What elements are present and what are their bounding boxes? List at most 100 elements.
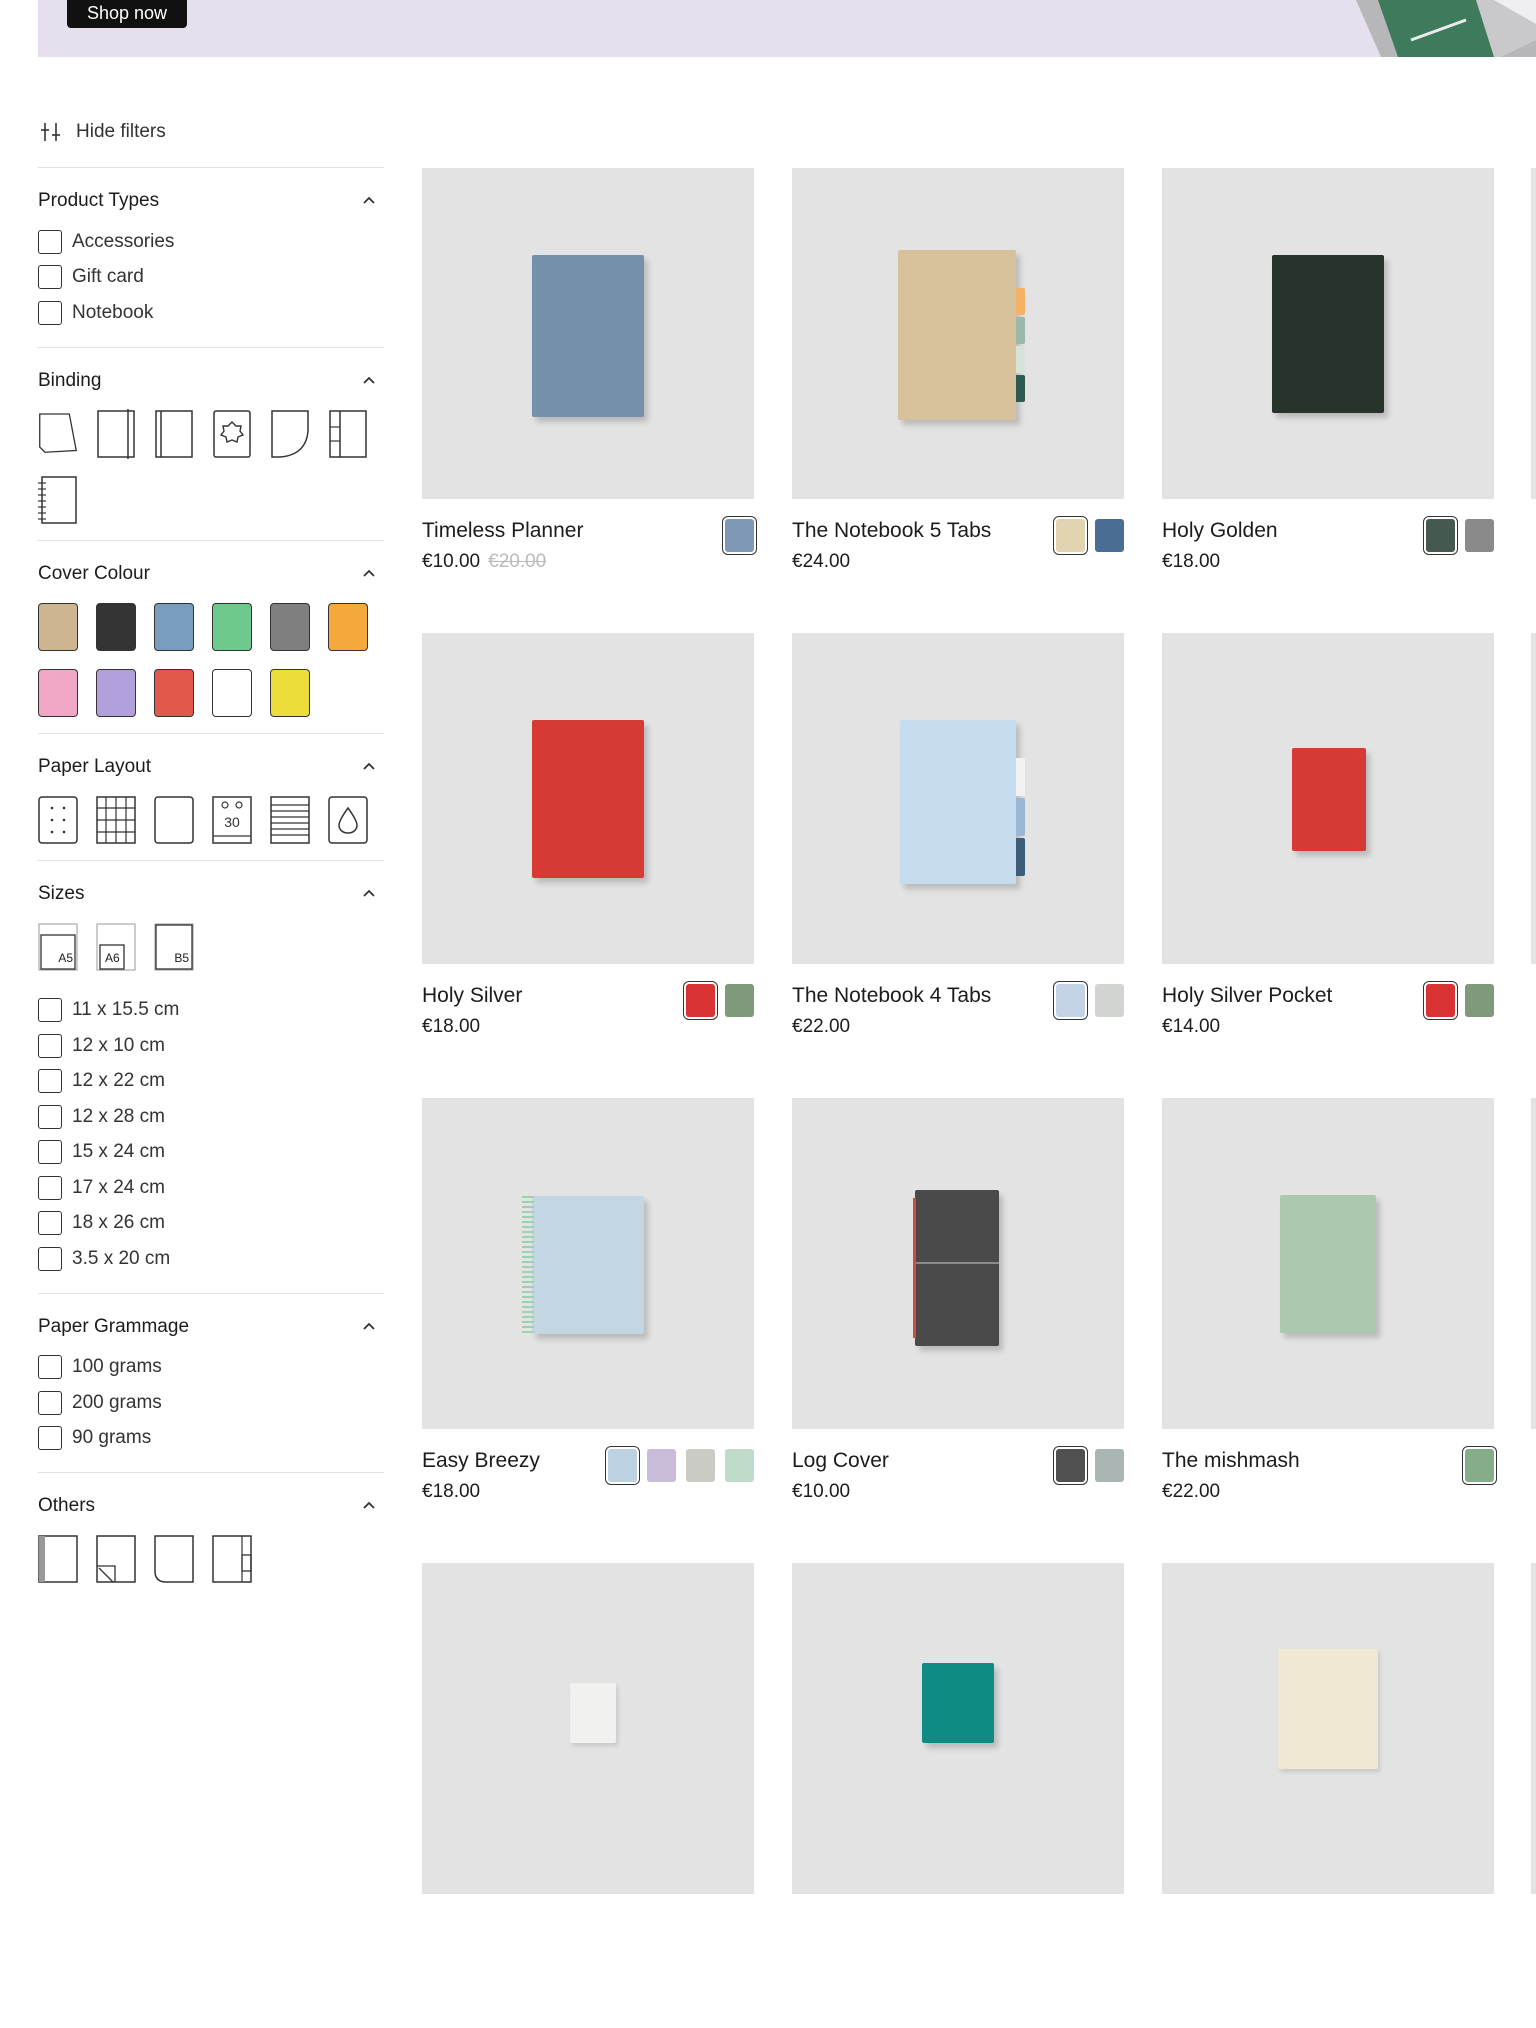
checkbox-size[interactable]: 3.5 x 20 cm xyxy=(38,1241,384,1277)
checkbox-grammage[interactable]: 100 grams xyxy=(38,1350,384,1386)
chevron-up-icon[interactable] xyxy=(360,758,378,776)
product-image[interactable] xyxy=(422,633,754,964)
product-name[interactable]: Holy Golden xyxy=(1162,519,1278,543)
layout-planner-icon[interactable]: 30 xyxy=(212,795,252,844)
others-pocket-icon[interactable] xyxy=(96,1535,136,1583)
checkbox[interactable] xyxy=(38,300,62,325)
product-image[interactable] xyxy=(1162,1563,1494,1894)
colour-swatch[interactable] xyxy=(328,602,368,651)
product-name[interactable]: The Notebook 4 Tabs xyxy=(792,984,991,1008)
binding-spiral-icon[interactable] xyxy=(38,475,78,524)
layout-dotted-icon[interactable] xyxy=(38,795,78,844)
colour-option-swatch[interactable] xyxy=(725,984,754,1017)
colour-option-swatch[interactable] xyxy=(1423,516,1458,555)
product-card[interactable] xyxy=(1162,1563,1494,2028)
colour-option-swatch[interactable] xyxy=(647,1449,676,1482)
checkbox-notebook[interactable]: Notebook xyxy=(38,295,384,331)
paper-layout-header[interactable]: Paper Layout xyxy=(38,752,384,782)
colour-swatch[interactable] xyxy=(38,602,78,651)
size-a6-icon[interactable]: A6 xyxy=(96,922,136,971)
product-thumb-peek[interactable] xyxy=(1531,1098,1536,1429)
shop-now-button[interactable]: Shop now xyxy=(67,0,188,28)
product-types-header[interactable]: Product Types xyxy=(38,186,384,216)
product-image[interactable] xyxy=(792,1098,1124,1429)
colour-swatch[interactable] xyxy=(96,602,136,651)
product-image[interactable] xyxy=(1162,633,1494,964)
chevron-up-icon[interactable] xyxy=(360,192,378,210)
checkbox-size[interactable]: 11 x 15.5 cm xyxy=(38,993,384,1029)
colour-swatch[interactable] xyxy=(154,668,194,717)
product-name[interactable]: Log Cover xyxy=(792,1449,889,1473)
checkbox[interactable] xyxy=(38,998,62,1023)
checkbox-size[interactable]: 18 x 26 cm xyxy=(38,1206,384,1242)
checkbox-grammage[interactable]: 90 grams xyxy=(38,1421,384,1457)
binding-softcover-icon[interactable] xyxy=(38,410,78,458)
checkbox-size[interactable]: 17 x 24 cm xyxy=(38,1170,384,1206)
product-image[interactable] xyxy=(422,1098,754,1429)
layout-plain-icon[interactable] xyxy=(154,795,194,844)
checkbox-size[interactable]: 12 x 22 cm xyxy=(38,1064,384,1100)
checkbox-size[interactable]: 15 x 24 cm xyxy=(38,1135,384,1171)
binding-flat-icon[interactable] xyxy=(154,409,194,458)
checkbox-accessories[interactable]: Accessories xyxy=(38,224,384,260)
product-name[interactable]: Holy Silver xyxy=(422,984,522,1008)
binding-badge-icon[interactable] xyxy=(212,409,252,458)
size-b5-icon[interactable]: B5 xyxy=(154,922,194,971)
checkbox-size[interactable]: 12 x 28 cm xyxy=(38,1099,384,1135)
product-card[interactable]: Log Cover €10.00 xyxy=(792,1098,1124,1563)
binding-hardcover-icon[interactable] xyxy=(96,408,136,459)
checkbox[interactable] xyxy=(38,1033,62,1058)
product-image[interactable] xyxy=(792,633,1124,964)
chevron-up-icon[interactable] xyxy=(360,885,378,903)
colour-swatch[interactable] xyxy=(154,602,194,651)
product-name[interactable]: Holy Silver Pocket xyxy=(1162,984,1332,1008)
colour-option-swatch[interactable] xyxy=(725,1449,754,1482)
colour-option-swatch[interactable] xyxy=(686,1449,715,1482)
colour-option-swatch[interactable] xyxy=(1095,984,1124,1017)
product-name[interactable]: Timeless Planner xyxy=(422,519,583,543)
checkbox[interactable] xyxy=(38,1175,62,1200)
layout-grid-icon[interactable] xyxy=(96,795,136,844)
layout-lined-icon[interactable] xyxy=(270,795,310,844)
product-name[interactable]: The Notebook 5 Tabs xyxy=(792,519,991,543)
colour-option-swatch[interactable] xyxy=(1465,984,1494,1017)
chevron-up-icon[interactable] xyxy=(360,372,378,390)
product-card[interactable]: The Notebook 5 Tabs €24.00 xyxy=(792,168,1124,633)
product-card[interactable]: Timeless Planner €10.00 €20.00 xyxy=(422,168,757,633)
checkbox[interactable] xyxy=(38,1246,62,1271)
checkbox[interactable] xyxy=(38,229,62,254)
checkbox[interactable] xyxy=(38,1104,62,1129)
product-card[interactable]: Easy Breezy €18.00 xyxy=(422,1098,754,1563)
others-header[interactable]: Others xyxy=(38,1491,384,1521)
checkbox[interactable] xyxy=(38,1426,62,1451)
product-image[interactable] xyxy=(422,1563,754,1894)
product-image[interactable] xyxy=(1162,168,1494,499)
colour-option-swatch[interactable] xyxy=(1095,1449,1124,1482)
colour-swatch[interactable] xyxy=(212,602,252,651)
product-card[interactable]: Holy Golden €18.00 xyxy=(1162,168,1494,633)
others-bookmark-icon[interactable] xyxy=(38,1535,78,1583)
colour-swatch[interactable] xyxy=(212,668,252,717)
product-card[interactable]: Holy Silver Pocket €14.00 xyxy=(1162,633,1494,1098)
hide-filters-button[interactable]: Hide filters xyxy=(40,121,166,143)
colour-option-swatch[interactable] xyxy=(1462,1446,1497,1485)
product-thumb-peek[interactable] xyxy=(1531,633,1536,964)
product-thumb-peek[interactable] xyxy=(1531,168,1536,499)
checkbox-gift-card[interactable]: Gift card xyxy=(38,260,384,296)
product-card[interactable]: Holy Silver €18.00 xyxy=(422,633,754,1098)
product-thumb-peek[interactable] xyxy=(1531,1563,1536,1894)
colour-option-swatch[interactable] xyxy=(1465,519,1494,552)
colour-option-swatch[interactable] xyxy=(1095,519,1124,552)
product-name[interactable]: Easy Breezy xyxy=(422,1449,540,1473)
product-card[interactable]: The mishmash €22.00 xyxy=(1162,1098,1497,1563)
colour-swatch[interactable] xyxy=(96,668,136,717)
binding-header[interactable]: Binding xyxy=(38,366,384,396)
product-image[interactable] xyxy=(422,168,754,499)
checkbox-size[interactable]: 12 x 10 cm xyxy=(38,1028,384,1064)
chevron-up-icon[interactable] xyxy=(360,565,378,583)
colour-option-swatch[interactable] xyxy=(1423,981,1458,1020)
colour-option-swatch[interactable] xyxy=(1053,516,1088,555)
checkbox[interactable] xyxy=(38,1211,62,1236)
colour-option-swatch[interactable] xyxy=(722,516,757,555)
colour-option-swatch[interactable] xyxy=(1053,1446,1088,1485)
